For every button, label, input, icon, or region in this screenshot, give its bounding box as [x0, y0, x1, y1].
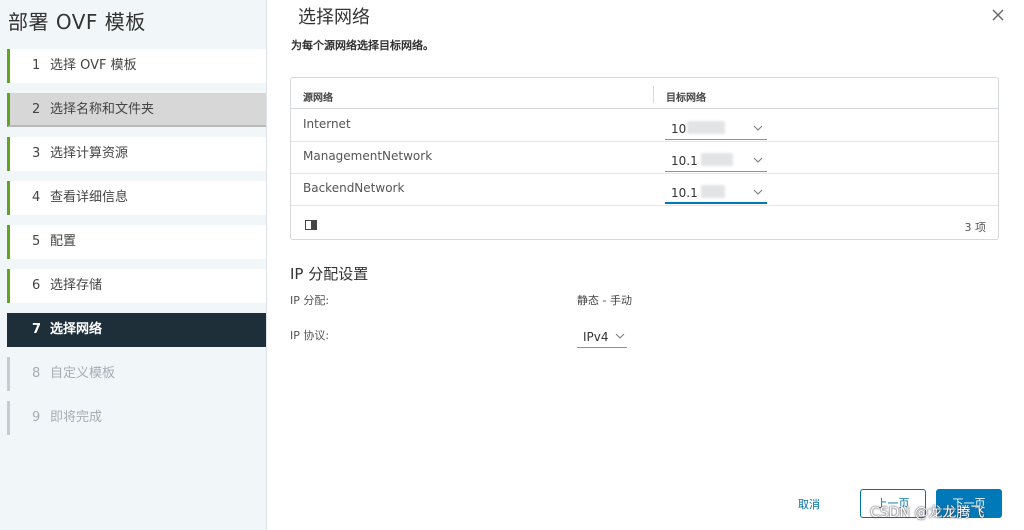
- column-separator[interactable]: [653, 86, 654, 103]
- chevron-down-icon: [753, 189, 763, 195]
- step-label: 配置: [50, 234, 77, 249]
- cancel-button[interactable]: 取消: [798, 496, 820, 512]
- network-mapping-grid: 源网络 目标网络 Internet 10 ManagementNetwork 1…: [290, 77, 999, 240]
- target-network-value: 10.1: [671, 154, 698, 168]
- step-number: 8: [32, 366, 41, 381]
- step-number: 4: [32, 190, 41, 205]
- close-icon[interactable]: [990, 7, 1006, 23]
- step-label: 自定义模板: [50, 366, 116, 381]
- redacted-mask: [687, 121, 725, 134]
- column-toggle-icon[interactable]: [305, 220, 317, 230]
- table-row: Internet 10: [291, 110, 998, 142]
- source-network-name: BackendNetwork: [303, 181, 405, 195]
- ip-allocation-value: 静态 - 手动: [577, 294, 632, 307]
- table-row: BackendNetwork 10.1: [291, 174, 998, 206]
- source-network-name: ManagementNetwork: [303, 149, 433, 163]
- step-number: 5: [32, 234, 41, 249]
- table-row: ManagementNetwork 10.1: [291, 142, 998, 174]
- step-label: 选择网络: [50, 322, 103, 337]
- chevron-down-icon: [753, 157, 763, 163]
- wizard-step-customize-template: 8 自定义模板: [7, 357, 266, 391]
- step-label: 选择存储: [50, 278, 103, 293]
- wizard-sidebar: 部署 OVF 模板 1 选择 OVF 模板 2 选择名称和文件夹 3 选择计算资源 4…: [0, 0, 267, 530]
- item-count: 3 项: [964, 221, 987, 234]
- wizard-steps: 1 选择 OVF 模板 2 选择名称和文件夹 3 选择计算资源 4 查看详细信息 5 配置…: [7, 49, 266, 445]
- page-subtitle: 为每个源网络选择目标网络。: [291, 39, 434, 52]
- step-number: 9: [32, 410, 41, 425]
- source-network-name: Internet: [303, 117, 351, 131]
- wizard-step-storage[interactable]: 6 选择存储: [7, 269, 266, 303]
- ip-protocol-select[interactable]: IPv4: [577, 326, 627, 348]
- target-network-value: 10: [671, 122, 687, 136]
- wizard-title: 部署 OVF 模板: [8, 10, 146, 34]
- ip-section-title: IP 分配设置: [290, 265, 369, 283]
- step-number: 2: [32, 102, 41, 117]
- target-network-select[interactable]: 10.1: [665, 182, 767, 204]
- step-label: 选择计算资源: [50, 146, 129, 161]
- wizard-step-ready-to-complete: 9 即将完成: [7, 401, 266, 435]
- ip-protocol-label: IP 协议:: [290, 329, 330, 342]
- target-network-value: 10.1: [671, 186, 698, 200]
- ip-allocation-label: IP 分配:: [290, 294, 330, 307]
- ip-protocol-value: IPv4: [583, 330, 609, 344]
- step-number: 7: [32, 322, 42, 337]
- page-title: 选择网络: [298, 7, 370, 28]
- column-header-target[interactable]: 目标网络: [666, 89, 706, 104]
- redacted-mask: [701, 153, 733, 166]
- wizard-step-review-details[interactable]: 4 查看详细信息: [7, 181, 266, 215]
- wizard-step-networks[interactable]: 7 选择网络: [7, 313, 266, 347]
- wizard-step-compute-resource[interactable]: 3 选择计算资源: [7, 137, 266, 171]
- grid-header: 源网络 目标网络: [291, 78, 998, 109]
- target-network-select[interactable]: 10: [665, 118, 767, 140]
- watermark: CSDN @龙龙腾飞: [870, 505, 985, 521]
- step-label: 选择 OVF 模板: [50, 58, 137, 73]
- chevron-down-icon: [615, 333, 625, 339]
- step-number: 3: [32, 146, 41, 161]
- step-label: 即将完成: [50, 410, 103, 425]
- wizard-step-name-folder[interactable]: 2 选择名称和文件夹: [7, 93, 266, 127]
- step-label: 选择名称和文件夹: [50, 102, 155, 117]
- step-number: 1: [32, 58, 41, 73]
- redacted-mask: [701, 185, 725, 198]
- step-number: 6: [32, 278, 41, 293]
- column-header-source[interactable]: 源网络: [303, 89, 333, 104]
- wizard-step-configuration[interactable]: 5 配置: [7, 225, 266, 259]
- wizard-step-select-ovf[interactable]: 1 选择 OVF 模板: [7, 49, 266, 83]
- step-label: 查看详细信息: [50, 190, 129, 205]
- grid-footer: 3 项: [291, 209, 998, 239]
- chevron-down-icon: [753, 125, 763, 131]
- target-network-select[interactable]: 10.1: [665, 150, 767, 172]
